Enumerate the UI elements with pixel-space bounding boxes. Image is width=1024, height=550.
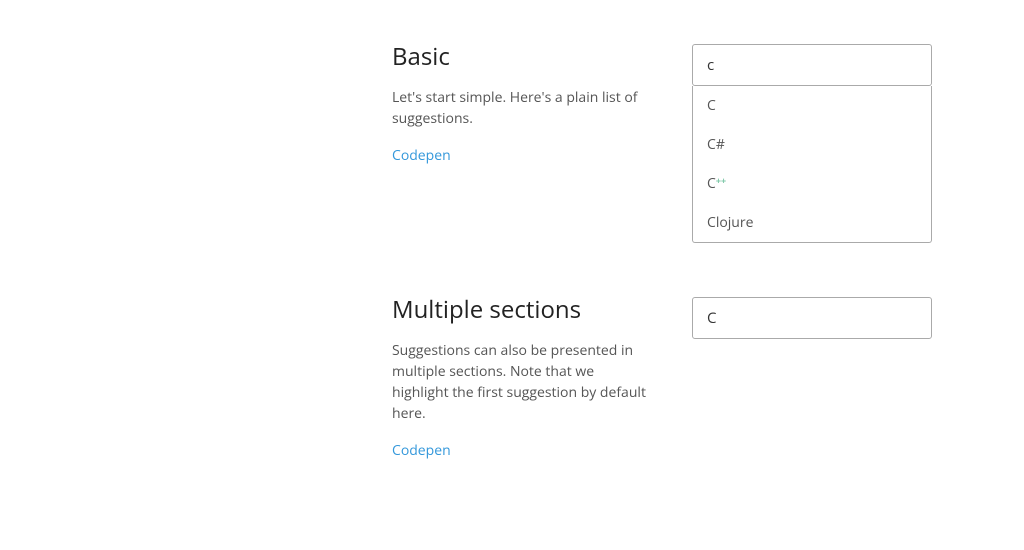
multiple-autosuggest-input[interactable] (692, 297, 932, 339)
multiple-input-wrapper (692, 297, 932, 339)
multiple-demo (692, 293, 932, 460)
multiple-section: Multiple sections Suggestions can also b… (392, 293, 882, 460)
basic-demo: C C# C++ Clojure (692, 40, 932, 243)
basic-description: Let's start simple. Here's a plain list … (392, 87, 652, 129)
suggestion-item[interactable]: C++ (693, 164, 931, 203)
basic-heading: Basic (392, 40, 652, 73)
suggestion-item[interactable]: Clojure (693, 203, 931, 242)
suggestion-item[interactable]: C# (693, 125, 931, 164)
basic-info: Basic Let's start simple. Here's a plain… (392, 40, 652, 243)
basic-input-wrapper: C C# C++ Clojure (692, 44, 932, 243)
basic-codepen-link[interactable]: Codepen (392, 146, 451, 165)
multiple-codepen-link[interactable]: Codepen (392, 441, 451, 460)
basic-suggestions-list: C C# C++ Clojure (692, 86, 932, 243)
multiple-heading: Multiple sections (392, 293, 652, 326)
basic-section: Basic Let's start simple. Here's a plain… (392, 40, 882, 243)
basic-autosuggest-input[interactable] (692, 44, 932, 86)
multiple-description: Suggestions can also be presented in mul… (392, 340, 652, 424)
suggestion-item[interactable]: C (693, 86, 931, 125)
multiple-info: Multiple sections Suggestions can also b… (392, 293, 652, 460)
